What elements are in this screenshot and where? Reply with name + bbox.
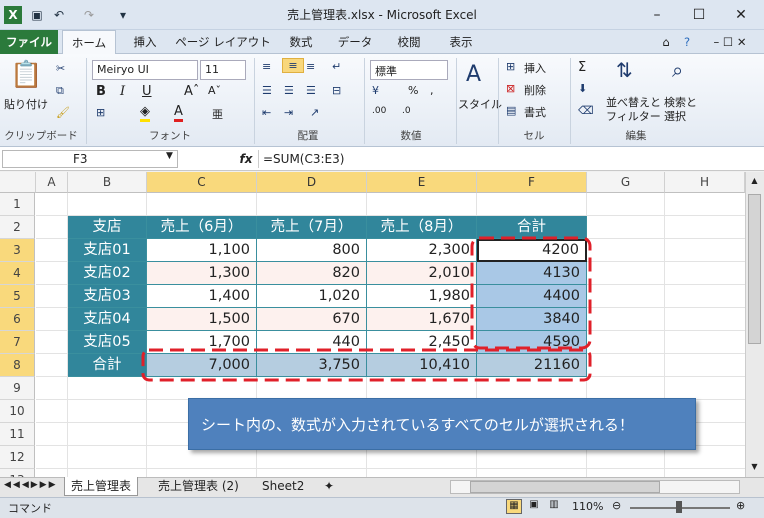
zoom-out-icon[interactable]: ⊖	[612, 499, 621, 512]
sheet-tab-1[interactable]: 売上管理表	[64, 477, 139, 496]
normal-view-icon[interactable]: ▦	[506, 499, 522, 514]
page-break-view-icon[interactable]: ▥	[546, 499, 562, 514]
selected-total-row-outline	[141, 348, 592, 382]
sheet-tab-3[interactable]: Sheet2	[256, 477, 310, 496]
zoom-slider-thumb[interactable]	[676, 501, 682, 513]
sheet-nav-arrows-icon[interactable]: ◀◀◀▶▶▶	[4, 480, 58, 490]
page-layout-view-icon[interactable]: ▣	[526, 499, 542, 514]
status-mode: コマンド	[8, 502, 52, 515]
vertical-scroll-thumb[interactable]	[748, 194, 761, 344]
sheet-tab-2[interactable]: 売上管理表 (2)	[152, 477, 245, 496]
zoom-in-icon[interactable]: ⊕	[736, 499, 745, 512]
scroll-up-icon[interactable]: ▲	[748, 176, 761, 189]
selected-sum-column-outline	[470, 236, 592, 350]
callout-box: シート内の、数式が入力されているすべてのセルが選択される！	[188, 398, 696, 450]
horizontal-scroll-thumb[interactable]	[470, 481, 660, 493]
insert-sheet-icon[interactable]: ✦	[318, 477, 340, 496]
scroll-down-icon[interactable]: ▼	[748, 462, 761, 475]
zoom-level[interactable]: 110%	[572, 500, 603, 513]
